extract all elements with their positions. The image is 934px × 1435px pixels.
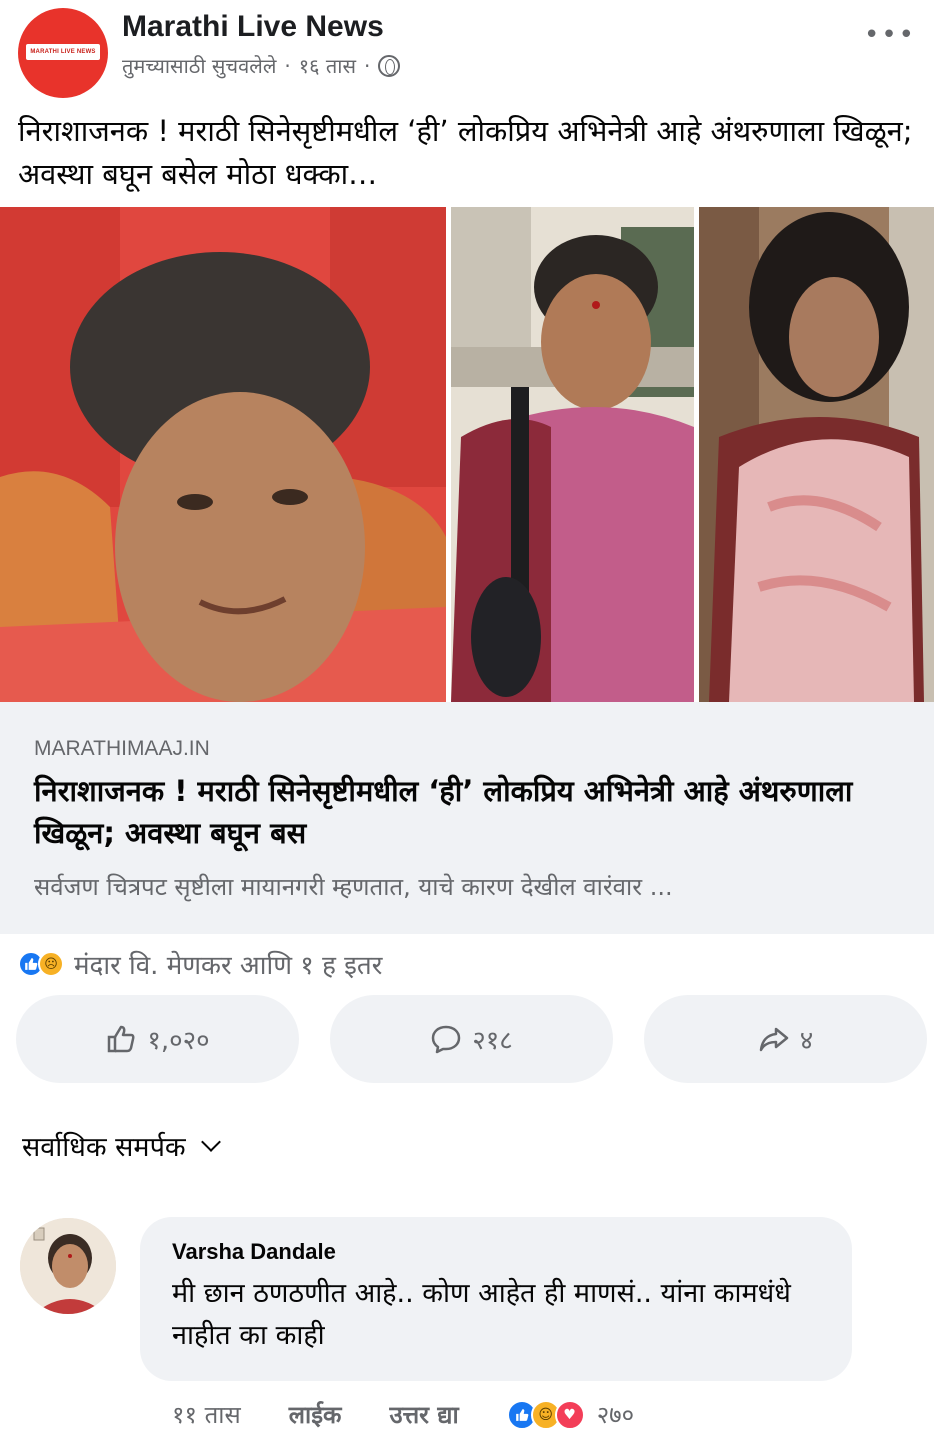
image-woman-lying-drawing <box>0 207 446 702</box>
meta-separator: · <box>284 53 291 78</box>
love-icon: ♥ <box>554 1399 585 1430</box>
reactions-text: मंदार वि. मेणकर आणि १ ह इतर <box>74 951 383 981</box>
post-time[interactable]: १६ तास <box>299 52 356 79</box>
link-title[interactable]: निराशाजनक ! मराठी सिनेसृष्टीमधील ‘ही’ लो… <box>34 770 914 854</box>
avatar-photo-drawing <box>20 1218 116 1314</box>
like-button[interactable]: १,०२० <box>16 995 299 1083</box>
comment-reaction-count[interactable]: २७० <box>597 1398 634 1431</box>
thumbs-up-icon <box>108 1025 135 1053</box>
link-domain: MARATHIMAAJ.IN <box>34 737 210 760</box>
post-image-3[interactable] <box>699 207 934 702</box>
page-logo-text: MARATHI LIVE NEWS <box>30 49 96 55</box>
chevron-down-icon <box>200 1131 221 1152</box>
share-button[interactable]: ४ <box>644 995 927 1083</box>
reactions-summary[interactable]: ☹ मंदार वि. मेणकर आणि १ ह इतर <box>18 946 382 982</box>
image-woman-standing-drawing <box>699 207 934 702</box>
post-images[interactable] <box>0 207 934 702</box>
comment-like-button[interactable]: लाईक <box>289 1398 342 1431</box>
commenter-avatar[interactable] <box>20 1218 116 1314</box>
post-image-1[interactable] <box>0 207 446 702</box>
comment-footer: ११ तास लाईक उत्तर द्या ☺ ♥ २७० <box>172 1398 634 1431</box>
link-description: सर्वजण चित्रपट सृष्टीला मायानगरी म्हणतात… <box>34 873 673 901</box>
share-count: ४ <box>799 1026 814 1056</box>
comment-sort-dropdown[interactable]: सर्वाधिक समर्पक <box>22 1127 221 1164</box>
post-text: निराशाजनक ! मराठी सिनेसृष्टीमधील ‘ही’ लो… <box>18 114 913 191</box>
globe-icon <box>378 54 401 77</box>
comment-bubble: Varsha Dandale मी छान ठणठणीत आहे.. कोण आ… <box>140 1217 852 1381</box>
share-icon <box>759 1027 788 1052</box>
comment-count: २१८ <box>472 1026 513 1056</box>
suggested-label: तुमच्यासाठी सुचवलेले <box>122 54 277 78</box>
page-avatar[interactable]: MARATHI LIVE NEWS <box>18 8 108 98</box>
sad-icon: ☹ <box>38 951 64 977</box>
comment-author[interactable]: Varsha Dandale <box>172 1239 336 1265</box>
post-meta: तुमच्यासाठी सुचवलेले · १६ तास · <box>122 52 401 79</box>
comment-button[interactable]: २१८ <box>330 995 613 1083</box>
post-image-2[interactable] <box>451 207 694 702</box>
post-header: MARATHI LIVE NEWS Marathi Live News तुमच… <box>0 0 934 100</box>
more-options-button[interactable]: ••• <box>864 20 916 50</box>
link-preview-card[interactable]: MARATHIMAAJ.IN निराशाजनक ! मराठी सिनेसृष… <box>0 702 934 934</box>
image-woman-saree-drawing <box>451 207 694 702</box>
comment-time[interactable]: ११ तास <box>172 1398 241 1431</box>
comment-icon <box>431 1025 461 1054</box>
page-name[interactable]: Marathi Live News <box>122 10 384 44</box>
post-actions: १,०२० २१८ ४ <box>16 995 927 1085</box>
comment-text: मी छान ठणठणीत आहे.. कोण आहेत ही माणसं.. … <box>172 1278 791 1351</box>
page-logo-band: MARATHI LIVE NEWS <box>26 44 100 60</box>
sort-label: सर्वाधिक समर्पक <box>22 1132 186 1163</box>
meta-separator-2: · <box>364 53 371 78</box>
comment-reply-button[interactable]: उत्तर द्या <box>389 1398 458 1431</box>
like-count: १,०२० <box>147 1026 210 1056</box>
